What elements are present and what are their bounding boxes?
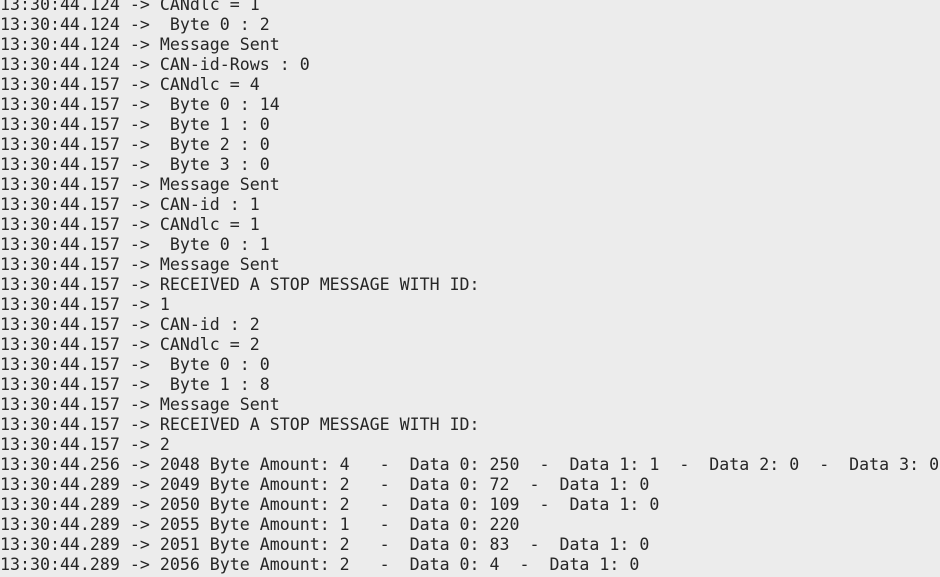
log-line: 13:30:44.157 -> 2 bbox=[0, 435, 170, 454]
log-line: 13:30:44.157 -> Byte 1 : 8 bbox=[0, 375, 270, 394]
log-line: 13:30:44.157 -> Byte 0 : 14 bbox=[0, 95, 280, 114]
serial-monitor-output[interactable]: 13:30:44.124 -> CANdlc = 1 13:30:44.124 … bbox=[0, 0, 940, 577]
log-line: 13:30:44.124 -> Byte 0 : 2 bbox=[0, 15, 270, 34]
log-line: 13:30:44.157 -> CAN-id : 2 bbox=[0, 315, 260, 334]
log-line: 13:30:44.157 -> Byte 3 : 0 bbox=[0, 155, 270, 174]
log-line: 13:30:44.157 -> Message Sent bbox=[0, 255, 280, 274]
log-line: 13:30:44.124 -> Message Sent bbox=[0, 35, 280, 54]
log-line: 13:30:44.256 -> 2048 Byte Amount: 4 - Da… bbox=[0, 455, 940, 474]
log-lines: 13:30:44.124 -> CANdlc = 1 13:30:44.124 … bbox=[0, 0, 940, 575]
log-line: 13:30:44.157 -> Message Sent bbox=[0, 395, 280, 414]
log-line: 13:30:44.157 -> CANdlc = 1 bbox=[0, 215, 260, 234]
log-line: 13:30:44.157 -> RECEIVED A STOP MESSAGE … bbox=[0, 275, 480, 294]
log-line: 13:30:44.157 -> CANdlc = 4 bbox=[0, 75, 260, 94]
log-line: 13:30:44.157 -> Message Sent bbox=[0, 175, 280, 194]
log-line: 13:30:44.157 -> Byte 2 : 0 bbox=[0, 135, 270, 154]
log-line: 13:30:44.124 -> CANdlc = 1 bbox=[0, 0, 260, 14]
log-line: 13:30:44.157 -> CAN-id : 1 bbox=[0, 195, 260, 214]
log-line: 13:30:44.157 -> Byte 0 : 0 bbox=[0, 355, 270, 374]
log-line: 13:30:44.157 -> 1 bbox=[0, 295, 170, 314]
log-line: 13:30:44.157 -> Byte 0 : 1 bbox=[0, 235, 270, 254]
log-line: 13:30:44.157 -> Byte 1 : 0 bbox=[0, 115, 270, 134]
log-line: 13:30:44.289 -> 2051 Byte Amount: 2 - Da… bbox=[0, 535, 650, 554]
log-line: 13:30:44.157 -> RECEIVED A STOP MESSAGE … bbox=[0, 415, 480, 434]
log-line: 13:30:44.157 -> CANdlc = 2 bbox=[0, 335, 260, 354]
log-line: 13:30:44.289 -> 2055 Byte Amount: 1 - Da… bbox=[0, 515, 520, 534]
log-line: 13:30:44.289 -> 2050 Byte Amount: 2 - Da… bbox=[0, 495, 660, 514]
log-line: 13:30:44.124 -> CAN-id-Rows : 0 bbox=[0, 55, 310, 74]
log-line: 13:30:44.289 -> 2049 Byte Amount: 2 - Da… bbox=[0, 475, 650, 494]
log-line: 13:30:44.289 -> 2056 Byte Amount: 2 - Da… bbox=[0, 555, 640, 574]
